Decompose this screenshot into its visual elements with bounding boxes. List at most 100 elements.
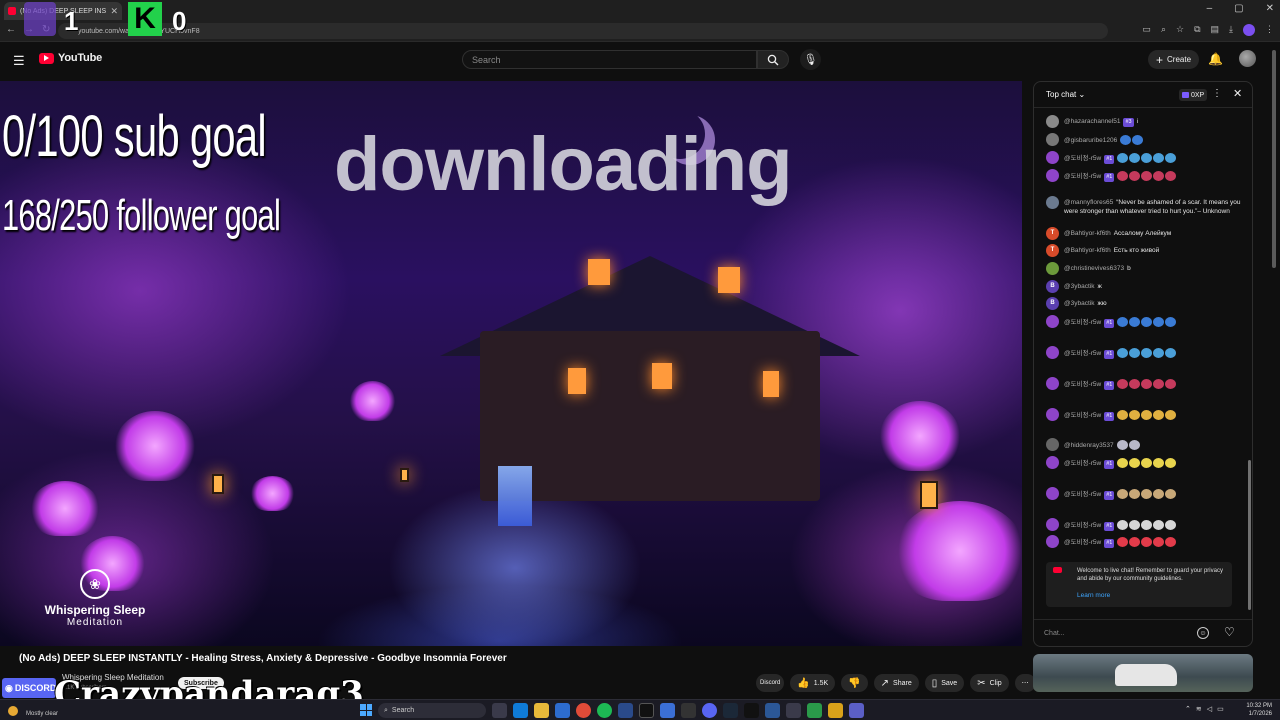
learn-more-link[interactable]: Learn more xyxy=(1077,592,1110,599)
heart-icon[interactable]: ♡ xyxy=(1224,625,1235,639)
chat-author[interactable]: @도비정-r5w xyxy=(1064,539,1101,546)
search-input[interactable]: Search xyxy=(462,50,757,69)
recommended-video-thumbnail[interactable] xyxy=(1033,654,1253,692)
minimize-icon[interactable]: – xyxy=(1207,3,1213,14)
chat-author[interactable]: @3ybactik xyxy=(1064,283,1094,290)
cast-icon[interactable]: ▭ xyxy=(1142,24,1151,36)
chat-avatar[interactable]: B xyxy=(1046,297,1059,310)
chrome-icon[interactable] xyxy=(576,703,591,718)
chat-avatar[interactable] xyxy=(1046,315,1059,328)
chat-avatar[interactable]: B xyxy=(1046,280,1059,293)
extensions-icon[interactable]: ⧉ xyxy=(1194,24,1200,36)
chat-author[interactable]: @도비정-r5w xyxy=(1064,491,1101,498)
browser-tab-active[interactable]: (No Ads) DEEP SLEEP INSTANTLY ✕ xyxy=(4,2,122,20)
page-scrollbar[interactable] xyxy=(1272,50,1276,268)
maximize-icon[interactable]: ▢ xyxy=(1234,3,1243,14)
teams-icon[interactable] xyxy=(849,703,864,718)
chat-author[interactable]: @도비정-r5w xyxy=(1064,350,1101,357)
close-window-icon[interactable]: ✕ xyxy=(1266,3,1274,14)
notifications-bell-icon[interactable]: 🔔 xyxy=(1208,52,1223,66)
bookmark-star-icon[interactable]: ☆ xyxy=(1176,24,1184,36)
sidepanel-icon[interactable]: ▤ xyxy=(1211,24,1220,36)
tiktok-icon[interactable] xyxy=(639,703,654,718)
chat-avatar[interactable] xyxy=(1046,487,1059,500)
app-icon[interactable] xyxy=(618,703,633,718)
account-avatar[interactable] xyxy=(1239,50,1256,67)
save-button[interactable]: ▯ Save xyxy=(924,674,965,692)
chat-more-icon[interactable]: ⋮ xyxy=(1212,88,1222,99)
store-icon[interactable] xyxy=(555,703,570,718)
windows-start-icon[interactable] xyxy=(360,704,372,716)
app-icon[interactable] xyxy=(786,703,801,718)
chat-avatar[interactable] xyxy=(1046,438,1059,451)
chat-author[interactable]: @도비정-r5w xyxy=(1064,173,1101,180)
chat-avatar[interactable] xyxy=(1046,518,1059,531)
chat-avatar[interactable] xyxy=(1046,535,1059,548)
chat-avatar[interactable] xyxy=(1046,377,1059,390)
create-button[interactable]: + Create xyxy=(1148,50,1200,69)
chat-avatar[interactable] xyxy=(1046,133,1059,146)
chat-author[interactable]: @3ybactik xyxy=(1064,300,1094,307)
menu-icon[interactable]: ☰ xyxy=(13,53,25,69)
like-button[interactable]: 👍 1.5K xyxy=(790,674,836,692)
share-button[interactable]: ↗ Share xyxy=(873,674,919,692)
chat-avatar[interactable] xyxy=(1046,346,1059,359)
chat-avatar[interactable] xyxy=(1046,169,1059,182)
spotify-icon[interactable] xyxy=(597,703,612,718)
steam-icon[interactable] xyxy=(723,703,738,718)
edge-icon[interactable] xyxy=(513,703,528,718)
youtube-logo[interactable]: YouTube xyxy=(39,52,102,64)
chat-author[interactable]: @gisbaruribe1206 xyxy=(1064,137,1117,144)
close-tab-icon[interactable]: ✕ xyxy=(110,6,118,17)
clip-button[interactable]: ✂ Clip xyxy=(970,674,1009,692)
chat-avatar[interactable] xyxy=(1046,456,1059,469)
chevron-up-icon[interactable]: ⌃ xyxy=(1185,705,1191,713)
chat-avatar[interactable] xyxy=(1046,115,1059,128)
chat-input[interactable]: Chat... xyxy=(1044,626,1194,641)
chat-scrollbar[interactable] xyxy=(1248,460,1251,610)
voice-search-button[interactable]: 🎙 xyxy=(800,49,821,70)
file-explorer-icon[interactable] xyxy=(534,703,549,718)
chat-avatar[interactable] xyxy=(1046,262,1059,275)
clock[interactable]: 10:32 PM 1/7/2026 xyxy=(1246,702,1272,718)
chat-author[interactable]: @mannyflores65 xyxy=(1064,199,1113,206)
top-chat-dropdown[interactable]: Top chat ⌄ xyxy=(1046,90,1085,99)
chat-author[interactable]: @도비정-r5w xyxy=(1064,319,1101,326)
back-icon[interactable]: ← xyxy=(6,24,16,35)
chat-author[interactable]: @도비정-r5w xyxy=(1064,522,1101,529)
chat-author[interactable]: @도비정-r5w xyxy=(1064,381,1101,388)
chat-author[interactable]: @도비정-r5w xyxy=(1064,412,1101,419)
dislike-button[interactable]: 👎 xyxy=(841,674,868,692)
chat-avatar[interactable] xyxy=(1046,408,1059,421)
chat-avatar[interactable]: T xyxy=(1046,227,1059,240)
xp-badge[interactable]: 0XP xyxy=(1179,89,1208,101)
chat-author[interactable]: @christinevives6373 xyxy=(1064,265,1124,272)
kick-icon[interactable] xyxy=(744,703,759,718)
battery-icon[interactable]: ▭ xyxy=(1217,705,1224,713)
task-view-icon[interactable] xyxy=(492,703,507,718)
chat-author[interactable]: @Bahtiyor-kf6th xyxy=(1064,230,1111,237)
chat-close-icon[interactable]: ✕ xyxy=(1233,87,1242,100)
xbox-icon[interactable] xyxy=(807,703,822,718)
search-button[interactable] xyxy=(757,50,789,69)
emoji-icon[interactable]: ☺ xyxy=(1197,627,1209,639)
chat-avatar[interactable]: T xyxy=(1046,244,1059,257)
chat-author[interactable]: @hiddenray3537 xyxy=(1064,442,1114,449)
app-icon[interactable] xyxy=(660,703,675,718)
chat-author[interactable]: @도비정-r5w xyxy=(1064,460,1101,467)
browser-menu-icon[interactable]: ⋮ xyxy=(1265,24,1274,36)
discord-icon[interactable] xyxy=(702,703,717,718)
video-player[interactable]: 0/100 sub goal 168/250 follower goal dow… xyxy=(0,81,1022,646)
chat-author[interactable]: @Bahtiyor-kf6th xyxy=(1064,247,1111,254)
url-field[interactable]: youtube.com/watch?v=...EYUCH5vnF8 xyxy=(58,23,1108,39)
chat-author[interactable]: @도비정-r5w xyxy=(1064,155,1101,162)
taskbar-search[interactable]: ⌕ Search xyxy=(378,703,486,718)
profile-avatar-icon[interactable] xyxy=(1243,24,1255,36)
app-icon[interactable] xyxy=(828,703,843,718)
download-icon[interactable]: ⤓ xyxy=(1229,24,1233,36)
app-icon[interactable] xyxy=(681,703,696,718)
chat-avatar[interactable] xyxy=(1046,196,1059,209)
zoom-icon[interactable]: ⌕ xyxy=(1161,24,1166,36)
speaker-icon[interactable]: ◁ xyxy=(1207,705,1212,713)
chat-avatar[interactable] xyxy=(1046,151,1059,164)
